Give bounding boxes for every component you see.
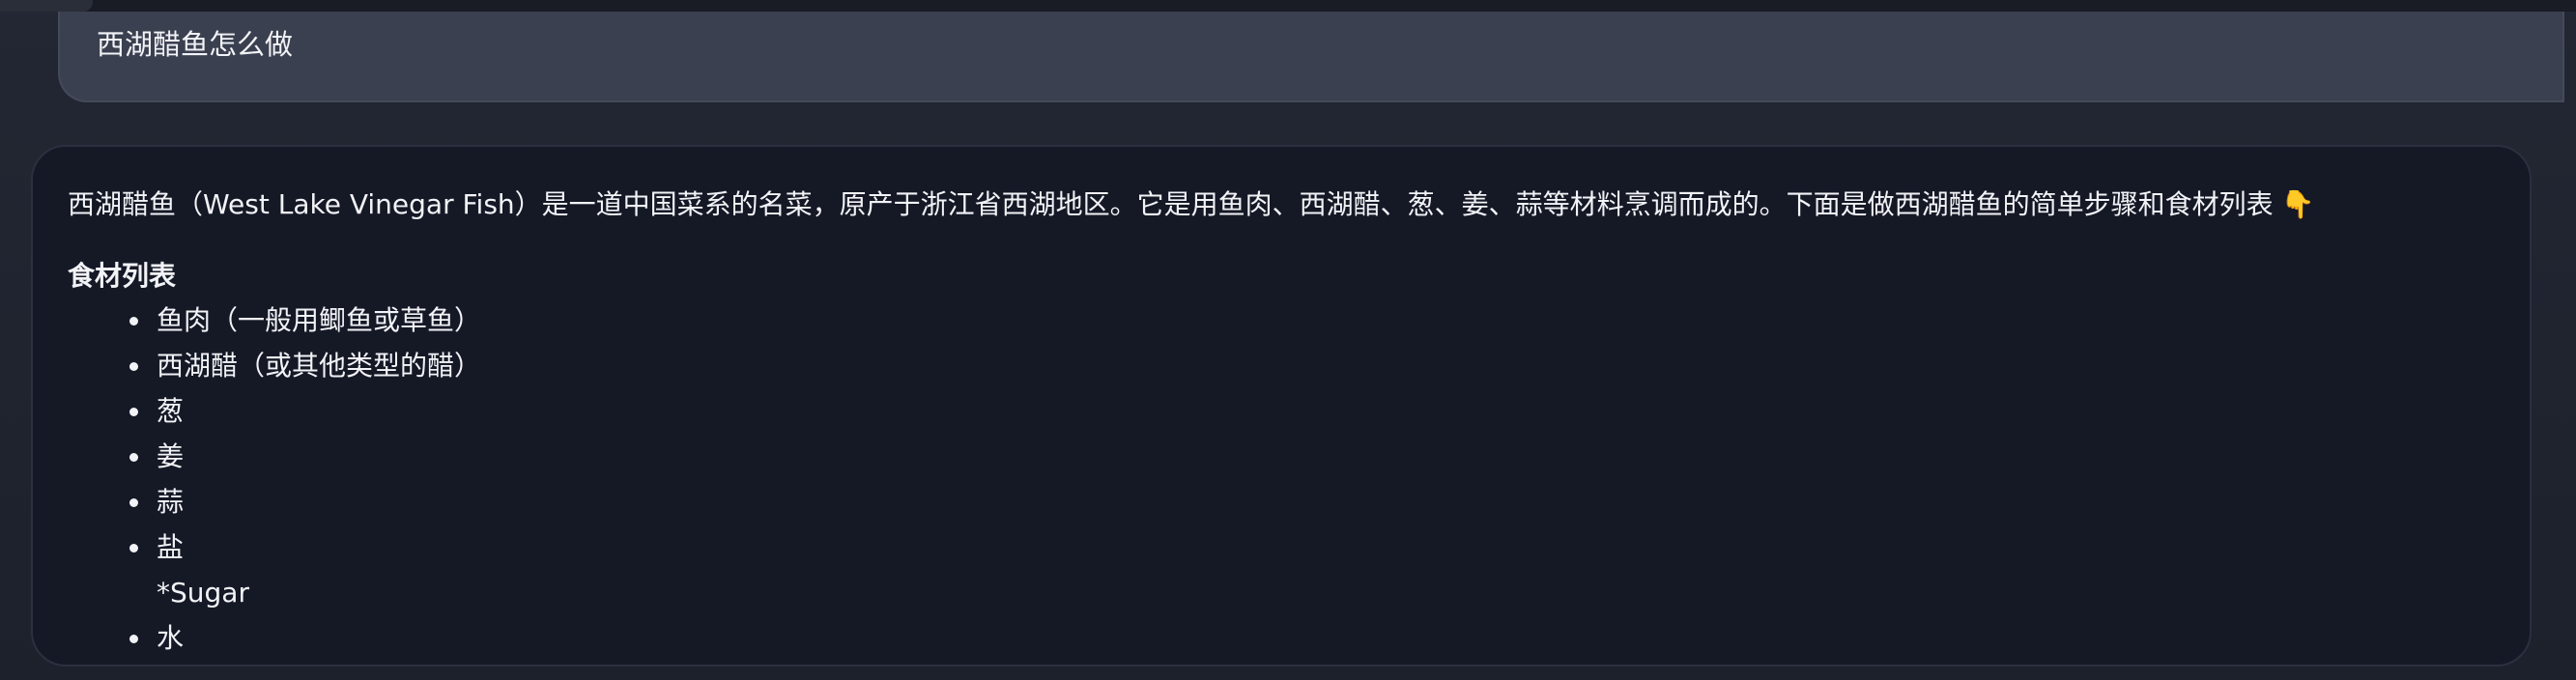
bullet-icon bbox=[129, 453, 138, 462]
bot-intro-text: 西湖醋鱼（West Lake Vinegar Fish）是一道中国菜系的名菜，原… bbox=[68, 185, 2315, 224]
bullet-icon bbox=[129, 498, 138, 507]
list-item-label: 西湖醋（或其他类型的醋） bbox=[157, 350, 482, 382]
bullet-icon bbox=[129, 635, 138, 643]
bullet-icon bbox=[129, 544, 138, 552]
list-item-label: 盐 bbox=[157, 531, 185, 563]
user-message-text: 西湖醋鱼怎么做 bbox=[97, 28, 294, 61]
list-item-label: 蒜 bbox=[157, 486, 185, 518]
list-item-label: 葱 bbox=[157, 395, 185, 427]
bullet-icon bbox=[129, 317, 138, 326]
ingredients-heading: 食材列表 bbox=[68, 260, 177, 292]
top-tab[interactable] bbox=[0, 0, 93, 12]
top-bar bbox=[0, 0, 2576, 12]
list-item-label: *Sugar bbox=[157, 577, 249, 609]
bot-intro-body: 西湖醋鱼（West Lake Vinegar Fish）是一道中国菜系的名菜，原… bbox=[68, 188, 2274, 220]
list-item-label: 姜 bbox=[157, 440, 185, 472]
list-item-label: 水 bbox=[157, 622, 185, 654]
bullet-icon bbox=[129, 408, 138, 416]
list-item-label: 鱼肉（一般用鲫鱼或草鱼） bbox=[157, 304, 482, 336]
user-message-bubble: 西湖醋鱼怎么做 bbox=[58, 12, 2564, 102]
chat-page: 西湖醋鱼怎么做 西湖醋鱼（West Lake Vinegar Fish）是一道中… bbox=[0, 0, 2576, 680]
bullet-icon bbox=[129, 362, 138, 371]
pointing-down-icon: 👇 bbox=[2280, 188, 2315, 220]
bot-message-bubble: 西湖醋鱼（West Lake Vinegar Fish）是一道中国菜系的名菜，原… bbox=[31, 145, 2532, 666]
